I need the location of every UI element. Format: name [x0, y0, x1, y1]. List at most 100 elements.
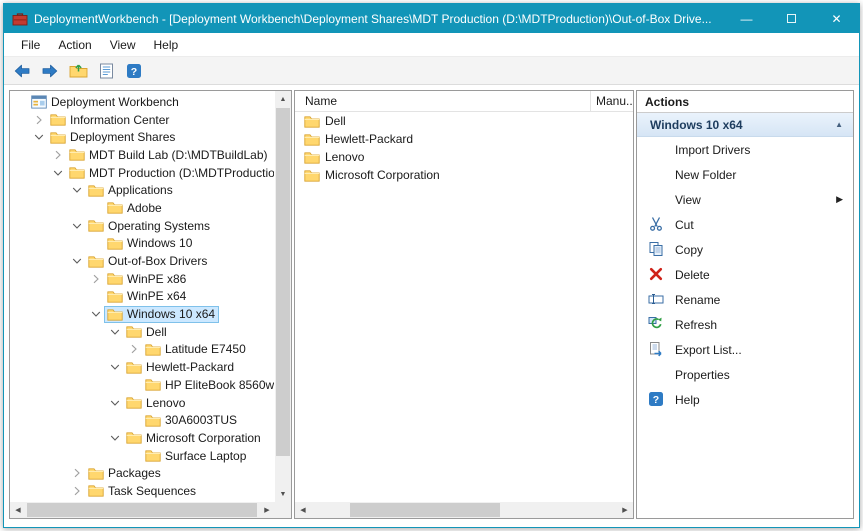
action-properties[interactable]: Properties	[637, 362, 853, 387]
toolbar-up-button[interactable]	[65, 59, 91, 83]
action-new-folder[interactable]: New Folder	[637, 162, 853, 187]
tree-item-content[interactable]: Applications	[85, 182, 177, 199]
chevron-down-icon[interactable]	[69, 182, 85, 198]
chevron-right-icon[interactable]	[126, 341, 142, 357]
tree-item-content[interactable]: WinPE x64	[104, 288, 190, 305]
tree-item-content[interactable]: Out-of-Box Drivers	[85, 253, 211, 270]
chevron-down-icon[interactable]	[107, 395, 123, 411]
scroll-right-icon[interactable]: ▶	[259, 502, 275, 518]
tree-item-content[interactable]: Hewlett-Packard	[123, 359, 238, 376]
column-header-manufacturer[interactable]: Manu...	[591, 91, 633, 111]
toolbar-list-button[interactable]	[93, 59, 119, 83]
tree-item-content[interactable]: Windows 10	[104, 235, 196, 252]
list-horizontal-scrollbar[interactable]: ◀ ▶	[295, 502, 633, 518]
chevron-right-icon[interactable]	[31, 112, 47, 128]
scrollbar-thumb[interactable]	[27, 503, 257, 517]
tree-item[interactable]: Information Center	[10, 111, 274, 129]
list-item[interactable]: Dell	[295, 112, 633, 130]
tree-item[interactable]: Operating Systems	[10, 217, 274, 235]
tree-item[interactable]: Deployment Shares	[10, 128, 274, 146]
tree-item-content[interactable]: Deployment Shares	[47, 129, 179, 146]
tree-item[interactable]: Lenovo	[10, 394, 274, 412]
menu-item-view[interactable]: View	[101, 34, 145, 56]
scroll-left-icon[interactable]: ◀	[295, 502, 311, 518]
tree-vertical-scrollbar[interactable]: ▲ ▼	[275, 91, 291, 502]
tree-item[interactable]: WinPE x86	[10, 270, 274, 288]
tree-item[interactable]: Dell	[10, 323, 274, 341]
column-header-name[interactable]: Name	[295, 91, 591, 111]
tree-item-content[interactable]: 30A6003TUS	[142, 412, 241, 429]
tree-item-content[interactable]: Latitude E7450	[142, 341, 250, 358]
toolbar-forward-button[interactable]	[37, 59, 63, 83]
chevron-right-icon[interactable]	[69, 465, 85, 481]
actions-group-header[interactable]: Windows 10 x64 ▲	[637, 113, 853, 137]
chevron-down-icon[interactable]	[88, 306, 104, 322]
tree-item-content[interactable]: Windows 10 x64	[104, 306, 219, 323]
chevron-down-icon[interactable]	[107, 359, 123, 375]
toolbar-back-button[interactable]	[9, 59, 35, 83]
maximize-button[interactable]	[769, 4, 814, 33]
action-rename[interactable]: Rename	[637, 287, 853, 312]
chevron-down-icon[interactable]	[31, 129, 47, 145]
tree-item[interactable]: WinPE x64	[10, 288, 274, 306]
chevron-down-icon[interactable]	[50, 165, 66, 181]
scroll-left-icon[interactable]: ◀	[10, 502, 26, 518]
tree-item[interactable]: Deployment Workbench	[10, 93, 274, 111]
tree-item-content[interactable]: MDT Production (D:\MDTProduction)	[66, 164, 274, 181]
list-item[interactable]: Microsoft Corporation	[295, 166, 633, 184]
tree-item-content[interactable]: Dell	[123, 323, 171, 340]
scroll-down-icon[interactable]: ▼	[275, 486, 291, 502]
tree-item-content[interactable]: Packages	[85, 465, 165, 482]
toolbar-help-button[interactable]: ?	[121, 59, 147, 83]
tree-item-content[interactable]: MDT Build Lab (D:\MDTBuildLab)	[66, 146, 272, 163]
tree-item[interactable]: Microsoft Corporation	[10, 429, 274, 447]
action-export-list[interactable]: Export List...	[637, 337, 853, 362]
action-delete[interactable]: Delete	[637, 262, 853, 287]
tree-item[interactable]: HP EliteBook 8560w	[10, 376, 274, 394]
menu-item-help[interactable]: Help	[145, 34, 188, 56]
tree-item-content[interactable]: Deployment Workbench	[28, 93, 183, 110]
tree-item-content[interactable]: Adobe	[104, 199, 166, 216]
tree-item-content[interactable]: Information Center	[47, 111, 173, 128]
close-button[interactable]: ✕	[814, 4, 859, 33]
tree-item[interactable]: Packages	[10, 464, 274, 482]
chevron-down-icon[interactable]	[107, 430, 123, 446]
action-import-drivers[interactable]: Import Drivers	[637, 137, 853, 162]
tree-item[interactable]: Task Sequences	[10, 482, 274, 500]
tree-item[interactable]: Applications	[10, 181, 274, 199]
scroll-up-icon[interactable]: ▲	[275, 91, 291, 107]
action-cut[interactable]: Cut	[637, 212, 853, 237]
tree-item-content[interactable]: HP EliteBook 8560w	[142, 376, 274, 393]
tree-item[interactable]: MDT Build Lab (D:\MDTBuildLab)	[10, 146, 274, 164]
tree-item[interactable]: Hewlett-Packard	[10, 358, 274, 376]
list-item[interactable]: Hewlett-Packard	[295, 130, 633, 148]
tree-item-content[interactable]: Surface Laptop	[142, 447, 250, 464]
action-copy[interactable]: Copy	[637, 237, 853, 262]
scrollbar-thumb[interactable]	[350, 503, 500, 517]
tree-item[interactable]: 30A6003TUS	[10, 411, 274, 429]
chevron-right-icon[interactable]	[50, 147, 66, 163]
chevron-down-icon[interactable]	[69, 218, 85, 234]
chevron-right-icon[interactable]	[69, 483, 85, 499]
menu-item-action[interactable]: Action	[49, 34, 100, 56]
titlebar[interactable]: DeploymentWorkbench - [Deployment Workbe…	[4, 4, 859, 33]
tree-item[interactable]: Windows 10	[10, 235, 274, 253]
action-refresh[interactable]: Refresh	[637, 312, 853, 337]
menu-item-file[interactable]: File	[12, 34, 49, 56]
chevron-right-icon[interactable]	[88, 271, 104, 287]
chevron-down-icon[interactable]	[69, 253, 85, 269]
tree-item[interactable]: Windows 10 x64	[10, 305, 274, 323]
action-help[interactable]: ?Help	[637, 387, 853, 412]
tree-item-content[interactable]: Lenovo	[123, 394, 189, 411]
scrollbar-thumb[interactable]	[276, 108, 290, 456]
tree-item[interactable]: Latitude E7450	[10, 341, 274, 359]
collapse-icon[interactable]: ▲	[835, 120, 843, 129]
tree-item[interactable]: Out-of-Box Drivers	[10, 252, 274, 270]
action-view[interactable]: View▶	[637, 187, 853, 212]
tree-item[interactable]: MDT Production (D:\MDTProduction)	[10, 164, 274, 182]
tree-horizontal-scrollbar[interactable]: ◀ ▶	[10, 502, 275, 518]
tree-item-content[interactable]: Microsoft Corporation	[123, 429, 265, 446]
minimize-button[interactable]: —	[724, 4, 769, 33]
scroll-right-icon[interactable]: ▶	[617, 502, 633, 518]
tree-item[interactable]: Adobe	[10, 199, 274, 217]
